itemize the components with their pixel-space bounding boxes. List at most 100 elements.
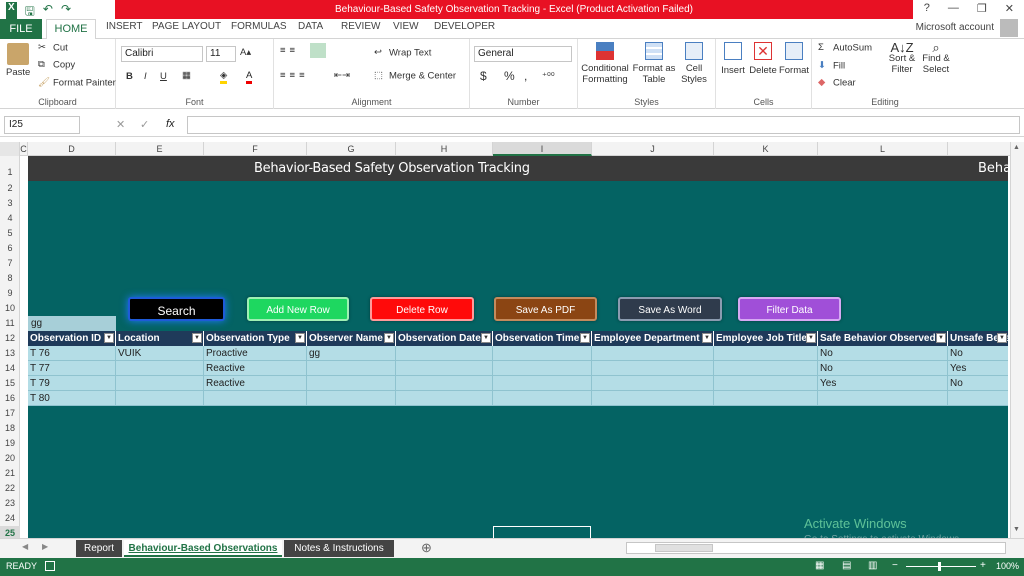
font-name-select[interactable]: Calibri xyxy=(121,46,203,62)
sheet-tab-report[interactable]: Report xyxy=(76,540,122,557)
table-cell[interactable] xyxy=(307,391,396,406)
table-cell[interactable]: No xyxy=(948,346,1008,361)
format-as-table-button[interactable]: Format as Table xyxy=(632,42,676,85)
table-cell[interactable] xyxy=(493,346,592,361)
table-cell[interactable] xyxy=(592,376,714,391)
filter-dropdown-icon[interactable]: ▼ xyxy=(192,333,202,343)
cell-styles-button[interactable]: Cell Styles xyxy=(676,42,712,85)
search-button[interactable]: Search xyxy=(128,297,225,321)
filter-dropdown-icon[interactable]: ▼ xyxy=(580,333,590,343)
table-cell[interactable] xyxy=(307,376,396,391)
wrap-text-button[interactable]: ↩ Wrap Text xyxy=(374,47,431,59)
filter-dropdown-icon[interactable]: ▼ xyxy=(702,333,712,343)
grow-font-icon[interactable]: A▴ xyxy=(240,47,251,58)
save-as-pdf-button[interactable]: Save As PDF xyxy=(494,297,597,321)
header-employee-job-title[interactable]: Employee Job Title ▼ xyxy=(714,331,818,346)
header-observer-name[interactable]: Observer Name ▼ xyxy=(307,331,396,346)
tab-file[interactable]: FILE xyxy=(0,19,42,39)
save-as-word-button[interactable]: Save As Word xyxy=(618,297,722,321)
underline-button[interactable]: U xyxy=(160,71,167,82)
filter-dropdown-icon[interactable]: ▼ xyxy=(295,333,305,343)
filter-dropdown-icon[interactable]: ▼ xyxy=(384,333,394,343)
header-observation-type[interactable]: Observation Type ▼ xyxy=(204,331,307,346)
zoom-slider-thumb[interactable] xyxy=(938,562,941,571)
row-header[interactable]: 5 xyxy=(0,226,20,241)
enter-icon[interactable]: ✓ xyxy=(140,118,149,131)
tab-home[interactable]: HOME xyxy=(46,19,96,40)
sheet-tab-behaviour-based-observations[interactable]: Behaviour-Based Observations xyxy=(124,540,282,557)
delete-cells-button[interactable]: ✕ Delete xyxy=(748,42,778,76)
sheet-tab-notes-instructions[interactable]: Notes & Instructions xyxy=(284,540,394,557)
filter-dropdown-icon[interactable]: ▼ xyxy=(481,333,491,343)
row-header[interactable]: 22 xyxy=(0,481,20,496)
row-header[interactable]: 3 xyxy=(0,196,20,211)
tab-view[interactable]: VIEW xyxy=(393,21,419,32)
header-observation-id[interactable]: Observation ID ▼ xyxy=(28,331,116,346)
table-cell[interactable]: Yes xyxy=(818,376,948,391)
insert-function-button[interactable]: fx xyxy=(166,118,175,130)
column-header[interactable]: D xyxy=(28,142,116,156)
minimize-icon[interactable]: — xyxy=(948,2,959,15)
restore-icon[interactable]: ❐ xyxy=(977,2,987,15)
header-observation-date[interactable]: Observation Date ▼ xyxy=(396,331,493,346)
row-header[interactable]: 15 xyxy=(0,376,20,391)
row-header[interactable]: 4 xyxy=(0,211,20,226)
tab-formulas[interactable]: FORMULAS xyxy=(231,21,287,32)
table-cell[interactable]: T 76 xyxy=(28,346,116,361)
row-header[interactable]: 21 xyxy=(0,466,20,481)
indent-icon[interactable]: ⇤⇥ xyxy=(334,70,350,81)
filter-dropdown-icon[interactable]: ▼ xyxy=(936,333,946,343)
formula-input[interactable] xyxy=(187,116,1020,134)
row-header[interactable]: 19 xyxy=(0,436,20,451)
column-header[interactable]: K xyxy=(714,142,818,156)
table-cell[interactable] xyxy=(592,361,714,376)
table-cell[interactable]: Yes xyxy=(948,361,1008,376)
insert-cells-button[interactable]: Insert xyxy=(718,42,748,76)
table-cell[interactable] xyxy=(204,391,307,406)
column-header[interactable]: L xyxy=(818,142,948,156)
table-cell[interactable] xyxy=(396,391,493,406)
table-cell[interactable]: VUIK xyxy=(116,346,204,361)
table-cell[interactable] xyxy=(592,346,714,361)
row-header[interactable]: 16 xyxy=(0,391,20,406)
number-format-select[interactable]: General xyxy=(474,46,572,62)
row-header[interactable]: 8 xyxy=(0,271,20,286)
zoom-slider[interactable] xyxy=(906,566,976,567)
clear-button[interactable]: ◆ Clear xyxy=(818,77,856,89)
normal-view-icon[interactable]: ▦ xyxy=(815,560,824,571)
zoom-level[interactable]: 100% xyxy=(996,561,1019,571)
row-header[interactable]: 13 xyxy=(0,346,20,361)
prev-sheet-icon[interactable]: ◀ xyxy=(22,542,28,551)
table-cell[interactable] xyxy=(307,361,396,376)
table-cell[interactable]: T 77 xyxy=(28,361,116,376)
table-cell[interactable] xyxy=(592,391,714,406)
table-cell[interactable]: gg xyxy=(307,346,396,361)
filter-data-button[interactable]: Filter Data xyxy=(738,297,841,321)
vertical-scrollbar[interactable]: ▲ ▼ xyxy=(1010,142,1024,539)
table-cell[interactable] xyxy=(818,391,948,406)
delete-row-button[interactable]: Delete Row xyxy=(370,297,474,321)
table-cell[interactable] xyxy=(493,376,592,391)
autosum-button[interactable]: Σ AutoSum xyxy=(818,42,872,54)
filter-dropdown-icon[interactable]: ▼ xyxy=(806,333,816,343)
scroll-down-icon[interactable]: ▼ xyxy=(1013,526,1020,533)
row-header[interactable]: 11 xyxy=(0,316,20,331)
table-cell[interactable]: Reactive xyxy=(204,376,307,391)
table-cell[interactable]: No xyxy=(818,361,948,376)
percent-button[interactable]: % xyxy=(504,69,515,83)
bold-button[interactable]: B xyxy=(126,71,133,82)
merge-center-button[interactable]: ⬚ Merge & Center xyxy=(374,70,456,82)
table-cell[interactable] xyxy=(948,391,1008,406)
row-header[interactable]: 12 xyxy=(0,331,20,346)
tab-insert[interactable]: INSERT xyxy=(106,21,143,32)
align-middle-icon[interactable] xyxy=(310,43,326,58)
filter-dropdown-icon[interactable]: ▼ xyxy=(104,333,114,343)
table-cell[interactable] xyxy=(714,376,818,391)
table-cell[interactable] xyxy=(493,391,592,406)
table-cell[interactable]: No xyxy=(948,376,1008,391)
comma-button[interactable]: , xyxy=(524,69,527,83)
currency-button[interactable]: $ xyxy=(480,69,487,83)
row-header[interactable]: 14 xyxy=(0,361,20,376)
help-icon[interactable]: ? xyxy=(924,2,930,15)
row-header[interactable]: 24 xyxy=(0,511,20,526)
